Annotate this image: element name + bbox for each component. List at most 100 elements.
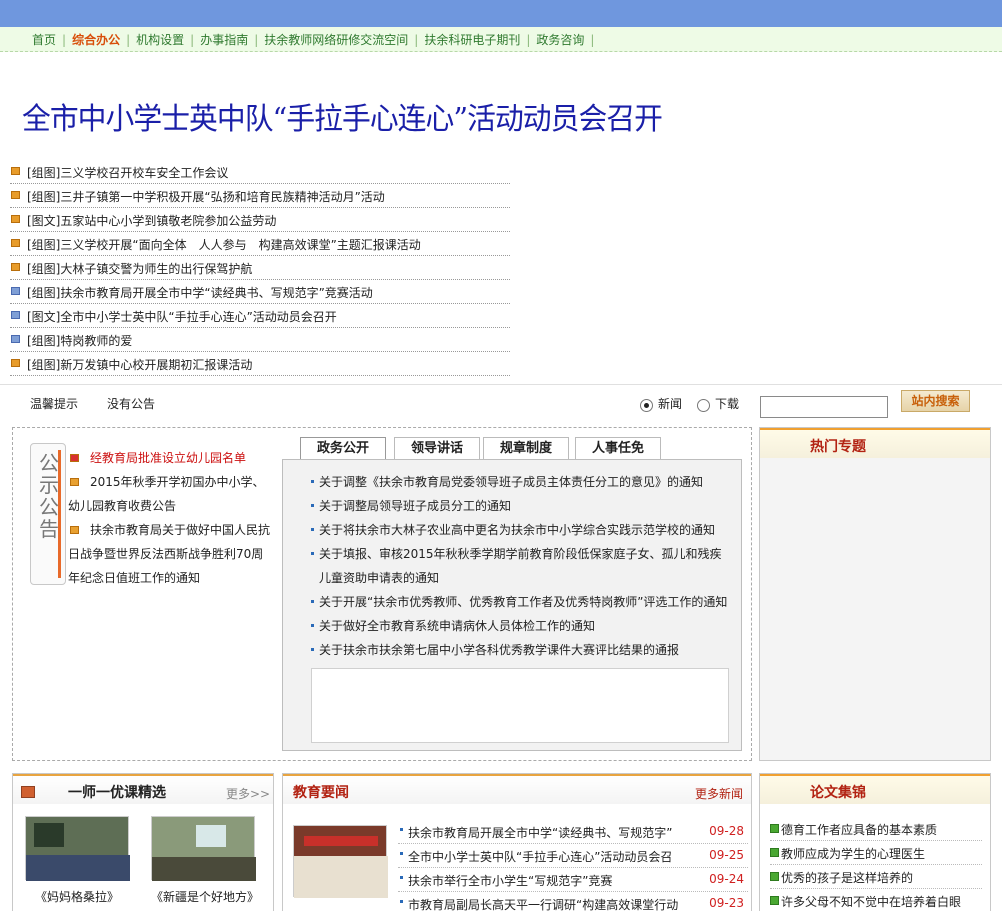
nav-item[interactable]: 扶余科研电子期刊 xyxy=(424,33,520,47)
lesson-thumbnail-2[interactable] xyxy=(151,816,256,881)
paper-title[interactable]: 优秀的孩子是这样培养的 xyxy=(781,869,913,886)
nav-separator: | xyxy=(190,33,195,47)
picture-news-title[interactable]: 大林子镇交警为师生的出行保驾护航 xyxy=(60,262,252,276)
edu-news-more-link[interactable]: 更多新闻 xyxy=(695,785,743,802)
edu-news-date: 09-25 xyxy=(709,848,744,862)
policy-item[interactable]: 关于做好全市教育系统申请病休人员体检工作的通知 xyxy=(311,614,731,638)
policy-item[interactable]: 关于将扶余市大林子农业高中更名为扶余市中小学综合实践示范学校的通知 xyxy=(311,518,731,542)
nav-items: 首页 | 综合办公 | 机构设置 | 办事指南 | 扶余教师网络研修交流空间 | 扶余科研电子期刊 |… xyxy=(32,31,600,48)
edu-news-date: 09-24 xyxy=(709,872,744,886)
picture-news-tag: [图文] xyxy=(27,214,61,228)
paper-title[interactable]: 德育工作者应具备的基本素质 xyxy=(781,821,937,838)
paper-item[interactable]: 优秀的孩子是这样培养的 xyxy=(770,865,982,889)
nav-item[interactable]: 首页 xyxy=(32,33,56,47)
lesson-caption-1[interactable]: 《妈妈格桑拉》 xyxy=(35,888,119,905)
announcement-item[interactable]: 2015年秋季开学初国办中小学、幼儿园教育收费公告 xyxy=(68,470,274,518)
edu-news-thumbnail[interactable] xyxy=(293,825,388,898)
bullet-icon xyxy=(11,263,20,271)
picture-news-title[interactable]: 五家站中心小学到镇敬老院参加公益劳动 xyxy=(60,214,276,228)
edu-news-date: 09-23 xyxy=(709,896,744,910)
bullet-icon xyxy=(400,876,403,879)
site-search-button[interactable]: 站内搜索 xyxy=(901,390,970,412)
picture-news-item[interactable]: [组图]特岗教师的爱 xyxy=(10,328,510,352)
picture-news-item[interactable]: [组图]大林子镇交警为师生的出行保驾护航 xyxy=(10,256,510,280)
picture-news-item[interactable]: [组图]扶余市教育局开展全市中学“读经典书、写规范字”竞赛活动 xyxy=(10,280,510,304)
paper-title[interactable]: 教师应成为学生的心理医生 xyxy=(781,845,925,862)
picture-news-text: [图文]五家站中心小学到镇敬老院参加公益劳动 xyxy=(27,212,276,229)
picture-news-item[interactable]: [图文]全市中小学士英中队“手拉手心连心”活动动员会召开 xyxy=(10,304,510,328)
picture-news-item[interactable]: [组图]三义学校召开校车安全工作会议 xyxy=(10,160,510,184)
bullet-icon xyxy=(11,287,20,295)
tab-3[interactable]: 规章制度 xyxy=(483,437,569,459)
picture-news-text: [组图]三义学校开展“面向全体 人人参与 构建高效课堂”主题汇报课活动 xyxy=(27,236,421,253)
picture-news-tag: [组图] xyxy=(27,358,61,372)
nav-item[interactable]: 办事指南 xyxy=(200,33,248,47)
picture-news-title[interactable]: 全市中小学士英中队“手拉手心连心”活动动员会召开 xyxy=(60,310,336,324)
picture-news-title[interactable]: 三义学校召开校车安全工作会议 xyxy=(60,166,228,180)
policy-item[interactable]: 关于开展“扶余市优秀教师、优秀教育工作者及优秀特岗教师”评选工作的通知 xyxy=(311,590,731,614)
policy-item[interactable]: 关于调整局领导班子成员分工的通知 xyxy=(311,494,731,518)
tab-4[interactable]: 人事任免 xyxy=(575,437,661,459)
bullet-icon xyxy=(11,311,20,319)
nav-item[interactable]: 扶余教师网络研修交流空间 xyxy=(264,33,408,47)
tab-1[interactable]: 政务公开 xyxy=(300,437,386,459)
radio-download-label: 下载 xyxy=(715,397,740,411)
picture-news-tag: [组图] xyxy=(27,190,61,204)
radio-download[interactable] xyxy=(697,399,710,412)
policy-tabs: 政务公开 领导讲话 规章制度 人事任免 xyxy=(300,437,740,459)
edu-news-title[interactable]: 扶余市教育局开展全市中学“读经典书、写规范字” xyxy=(408,824,672,841)
picture-news-title[interactable]: 特岗教师的爱 xyxy=(60,334,132,348)
picture-news-item[interactable]: [图文]五家站中心小学到镇敬老院参加公益劳动 xyxy=(10,208,510,232)
edu-news-item[interactable]: 扶余市教育局开展全市中学“读经典书、写规范字” 09-28 xyxy=(398,820,748,844)
picture-news-item[interactable]: [组图]三井子镇第一中学积极开展“弘扬和培育民族精神活动月”活动 xyxy=(10,184,510,208)
picture-news-title[interactable]: 扶余市教育局开展全市中学“读经典书、写规范字”竞赛活动 xyxy=(60,286,372,300)
tab-panel-sub-area xyxy=(311,668,729,743)
bullet-icon xyxy=(70,526,79,534)
picture-news-tag: [组图] xyxy=(27,334,61,348)
youke-more-link[interactable]: 更多>> xyxy=(226,785,270,802)
picture-news-text: [组图]三井子镇第一中学积极开展“弘扬和培育民族精神活动月”活动 xyxy=(27,188,385,205)
picture-news-item[interactable]: [组图]新万发镇中心校开展期初汇报课活动 xyxy=(10,352,510,376)
nav-separator: | xyxy=(62,33,67,47)
picture-news-text: [组图]三义学校召开校车安全工作会议 xyxy=(27,164,228,181)
paper-item[interactable]: 德育工作者应具备的基本素质 xyxy=(770,817,982,841)
arrow-icon xyxy=(770,824,779,833)
nav-separator: | xyxy=(526,33,531,47)
radio-news-label: 新闻 xyxy=(658,397,683,411)
tab-item-list: 关于调整《扶余市教育局党委领导班子成员主体责任分工的意见》的通知 关于调整局领导班… xyxy=(311,470,731,665)
paper-item[interactable]: 许多父母不知不觉中在培养着白眼 xyxy=(770,889,982,911)
tab-2[interactable]: 领导讲话 xyxy=(394,437,480,459)
edu-news-item[interactable]: 扶余市举行全市小学生“写规范字”竞赛 09-24 xyxy=(398,868,748,892)
edu-news-header: 教育要闻 更多新闻 xyxy=(283,774,751,804)
paper-title[interactable]: 许多父母不知不觉中在培养着白眼 xyxy=(781,893,961,910)
radio-news[interactable] xyxy=(640,399,653,412)
nav-item[interactable]: 政务咨询 xyxy=(536,33,584,47)
picture-news-title[interactable]: 新万发镇中心校开展期初汇报课活动 xyxy=(60,358,252,372)
picture-news-title[interactable]: 三井子镇第一中学积极开展“弘扬和培育民族精神活动月”活动 xyxy=(60,190,384,204)
announcement-item[interactable]: 扶余市教育局关于做好中国人民抗日战争暨世界反法西斯战争胜利70周年纪念日值班工作… xyxy=(68,518,274,590)
announcement-text: 2015年秋季开学初国办中小学、幼儿园教育收费公告 xyxy=(68,475,265,513)
headline-title[interactable]: 全市中小学士英中队“手拉手心连心”活动动员会召开 xyxy=(22,94,663,138)
lesson-caption-2[interactable]: 《新疆是个好地方》 xyxy=(151,888,259,905)
edu-news-thumb-stage xyxy=(294,856,388,898)
policy-item[interactable]: 关于填报、审核2015年秋秋季学期学前教育阶段低保家庭子女、孤儿和残疾儿童资助申… xyxy=(311,542,731,590)
lesson-thumbnail-1[interactable] xyxy=(25,816,130,881)
paper-item[interactable]: 教师应成为学生的心理医生 xyxy=(770,841,982,865)
announcement-item[interactable]: 经教育局批准设立幼儿园名单 xyxy=(68,446,274,470)
edu-news-title: 教育要闻 xyxy=(293,785,349,801)
nav-item[interactable]: 机构设置 xyxy=(136,33,184,47)
picture-news-title[interactable]: 三义学校开展“面向全体 人人参与 构建高效课堂”主题汇报课活动 xyxy=(60,238,420,252)
announcement-label: 公示公告 xyxy=(30,443,66,585)
nav-item[interactable]: 综合办公 xyxy=(72,33,120,47)
edu-news-title[interactable]: 扶余市举行全市小学生“写规范字”竞赛 xyxy=(408,872,612,889)
policy-item[interactable]: 关于扶余市扶余第七届中小学各科优秀教学课件大赛评比结果的通报 xyxy=(311,638,731,662)
edu-news-item[interactable]: 全市中小学士英中队“手拉手心连心”活动动员会召 09-25 xyxy=(398,844,748,868)
thumb-2-screen xyxy=(196,825,226,847)
policy-item[interactable]: 关于调整《扶余市教育局党委领导班子成员主体责任分工的意见》的通知 xyxy=(311,470,731,494)
picture-news-item[interactable]: [组图]三义学校开展“面向全体 人人参与 构建高效课堂”主题汇报课活动 xyxy=(10,232,510,256)
search-input[interactable] xyxy=(760,396,888,418)
hot-topics-header: 热门专题 xyxy=(760,428,990,458)
edu-news-title[interactable]: 市教育局副局长高天平一行调研“构建高效课堂行动 xyxy=(408,896,678,911)
edu-news-title[interactable]: 全市中小学士英中队“手拉手心连心”活动动员会召 xyxy=(408,848,672,865)
edu-news-item[interactable]: 市教育局副局长高天平一行调研“构建高效课堂行动 09-23 xyxy=(398,892,748,911)
